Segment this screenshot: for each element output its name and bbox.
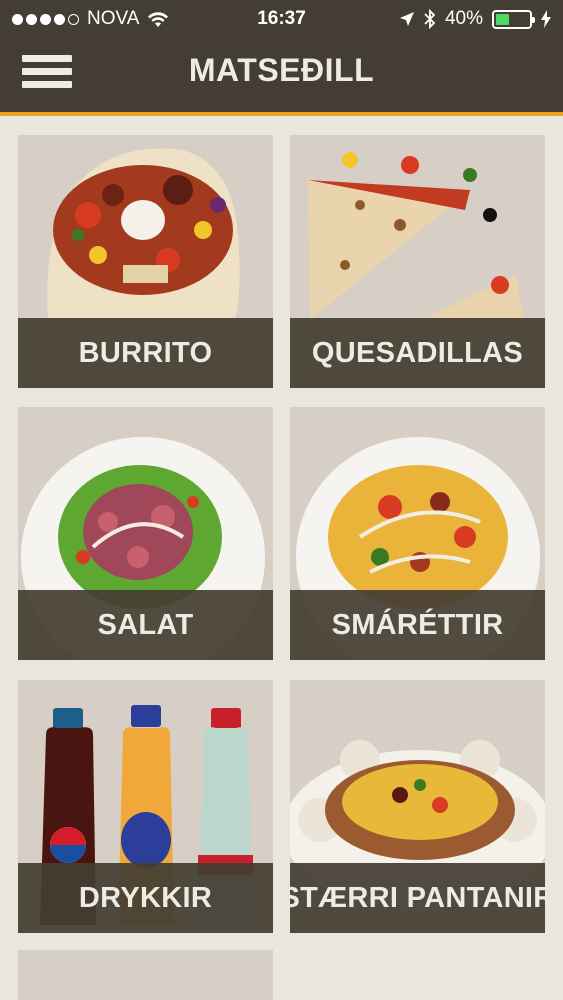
tile-label-bar: SMÁRÉTTIR <box>290 590 545 660</box>
tile-label: QUESADILLAS <box>311 336 524 369</box>
tile-label: SALAT <box>97 608 194 641</box>
tile-label: SMÁRÉTTIR <box>331 608 504 641</box>
bluetooth-icon <box>424 9 436 29</box>
location-arrow-icon <box>399 12 414 26</box>
status-right: 40% <box>399 8 551 30</box>
battery-percent: 40% <box>444 8 483 29</box>
tile-label-bar: QUESADILLAS <box>290 318 545 388</box>
status-bar: NOVA 16:37 40% <box>0 0 563 38</box>
tile-label: BURRITO <box>78 336 213 369</box>
battery-level <box>496 13 509 25</box>
app: NOVA 16:37 40% MATSEÐILL BURRITO QUESADI… <box>0 0 563 1000</box>
tile-label: DRYKKIR <box>78 881 213 914</box>
app-header: NOVA 16:37 40% MATSEÐILL <box>0 0 563 116</box>
menu-tile-drykkir[interactable]: DRYKKIR <box>18 680 273 933</box>
tile-label-bar: BURRITO <box>18 318 273 388</box>
tile-label-bar: SALAT <box>18 590 273 660</box>
page-title: MATSEÐILL <box>188 52 375 88</box>
battery-icon <box>492 9 535 29</box>
charging-bolt-icon <box>541 10 551 28</box>
menu-tile-salat[interactable]: SALAT <box>18 407 273 660</box>
tile-label: STÆRRI PANTANIR <box>290 881 545 914</box>
menu-tile-quesadillas[interactable]: QUESADILLAS <box>290 135 545 388</box>
menu-tile-partial[interactable] <box>18 950 273 1000</box>
tile-label-bar: STÆRRI PANTANIR <box>290 863 545 933</box>
menu-tile-staerri-pantanir[interactable]: STÆRRI PANTANIR <box>290 680 545 933</box>
tile-label-bar: DRYKKIR <box>18 863 273 933</box>
menu-tile-burrito[interactable]: BURRITO <box>18 135 273 388</box>
menu-tile-smarettir[interactable]: SMÁRÉTTIR <box>290 407 545 660</box>
